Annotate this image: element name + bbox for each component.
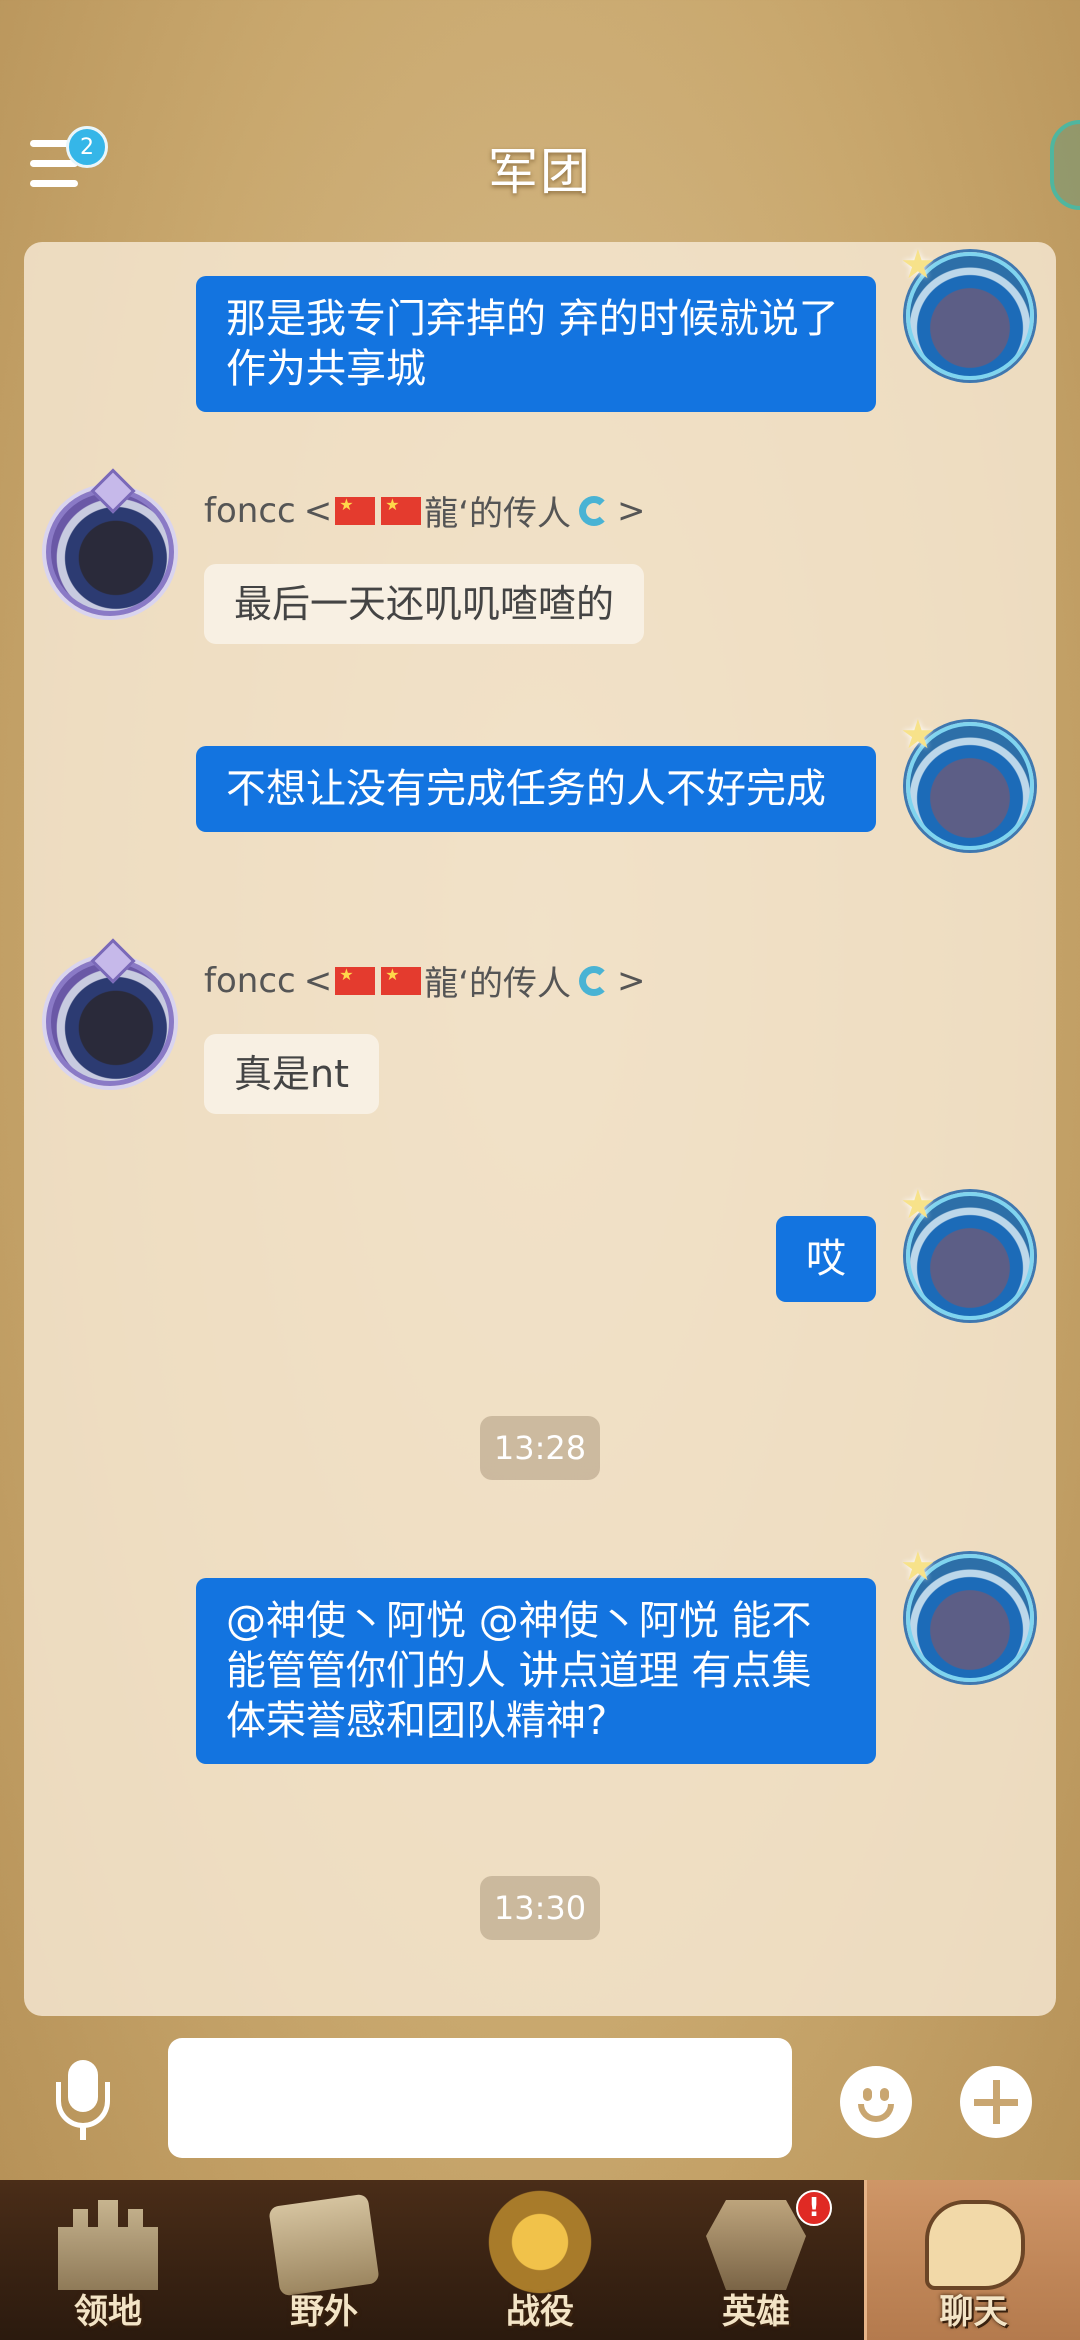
side-drawer-handle[interactable] [1050, 120, 1080, 210]
message-bubble-self[interactable]: 哎 [776, 1216, 876, 1302]
alert-badge: ! [796, 2190, 832, 2226]
self-avatar[interactable] [900, 1544, 1034, 1682]
crescent-badge-icon [579, 495, 610, 526]
hero-helmet-icon [706, 2200, 806, 2290]
nav-item-territory[interactable]: 领地 [0, 2180, 216, 2340]
china-flag-icon [381, 965, 422, 995]
scroll-map-icon [268, 2193, 380, 2297]
message-bubble-self[interactable]: @神使丶阿悦 @神使丶阿悦 能不能管管你们的人 讲点道理 有点集体荣誉感和团队精… [196, 1578, 876, 1764]
castle-icon [58, 2200, 158, 2290]
message-bubble-other[interactable]: 真是nt [204, 1034, 379, 1114]
plus-icon[interactable] [960, 2066, 1032, 2138]
message-input[interactable] [168, 2038, 792, 2158]
self-avatar[interactable] [900, 712, 1034, 850]
nav-item-chat[interactable]: 聊天 [864, 2180, 1080, 2340]
message-bubble-other[interactable]: 最后一天还叽叽喳喳的 [204, 564, 645, 644]
crescent-badge-icon [579, 965, 610, 996]
sender-name: foncc < 龍‘的传人 > [204, 956, 646, 1005]
china-flag-icon [335, 965, 376, 995]
emoji-icon[interactable] [840, 2066, 912, 2138]
nav-item-battle[interactable]: 战役 [432, 2180, 648, 2340]
sender-name: foncc < 龍‘的传人 > [204, 486, 646, 535]
message-bubble-self[interactable]: 不想让没有完成任务的人不好完成 [196, 746, 876, 832]
nav-item-wilderness[interactable]: 野外 [216, 2180, 432, 2340]
self-avatar[interactable] [900, 1182, 1034, 1320]
page-title: 军团 [488, 143, 592, 201]
china-flag-icon [335, 495, 376, 525]
sender-avatar[interactable] [46, 958, 174, 1086]
microphone-icon[interactable] [48, 2060, 118, 2140]
chat-bubble-icon [925, 2200, 1025, 2290]
sender-avatar[interactable] [46, 488, 174, 616]
china-flag-icon [381, 495, 422, 525]
bottom-nav: 领地 野外 战役 ! 英雄 聊天 [0, 2180, 1080, 2340]
chat-panel[interactable]: 那是我专门弃掉的 弃的时候就说了作为共享城 foncc < 龍‘的传人 > 最后… [24, 242, 1056, 2016]
message-bubble-self[interactable]: 那是我专门弃掉的 弃的时候就说了作为共享城 [196, 276, 876, 412]
timestamp-chip: 13:30 [480, 1876, 600, 1940]
nav-item-heroes[interactable]: ! 英雄 [648, 2180, 864, 2340]
self-avatar[interactable] [900, 242, 1034, 380]
timestamp-chip: 13:28 [480, 1416, 600, 1480]
app-header: 2 军团 [0, 0, 1080, 240]
